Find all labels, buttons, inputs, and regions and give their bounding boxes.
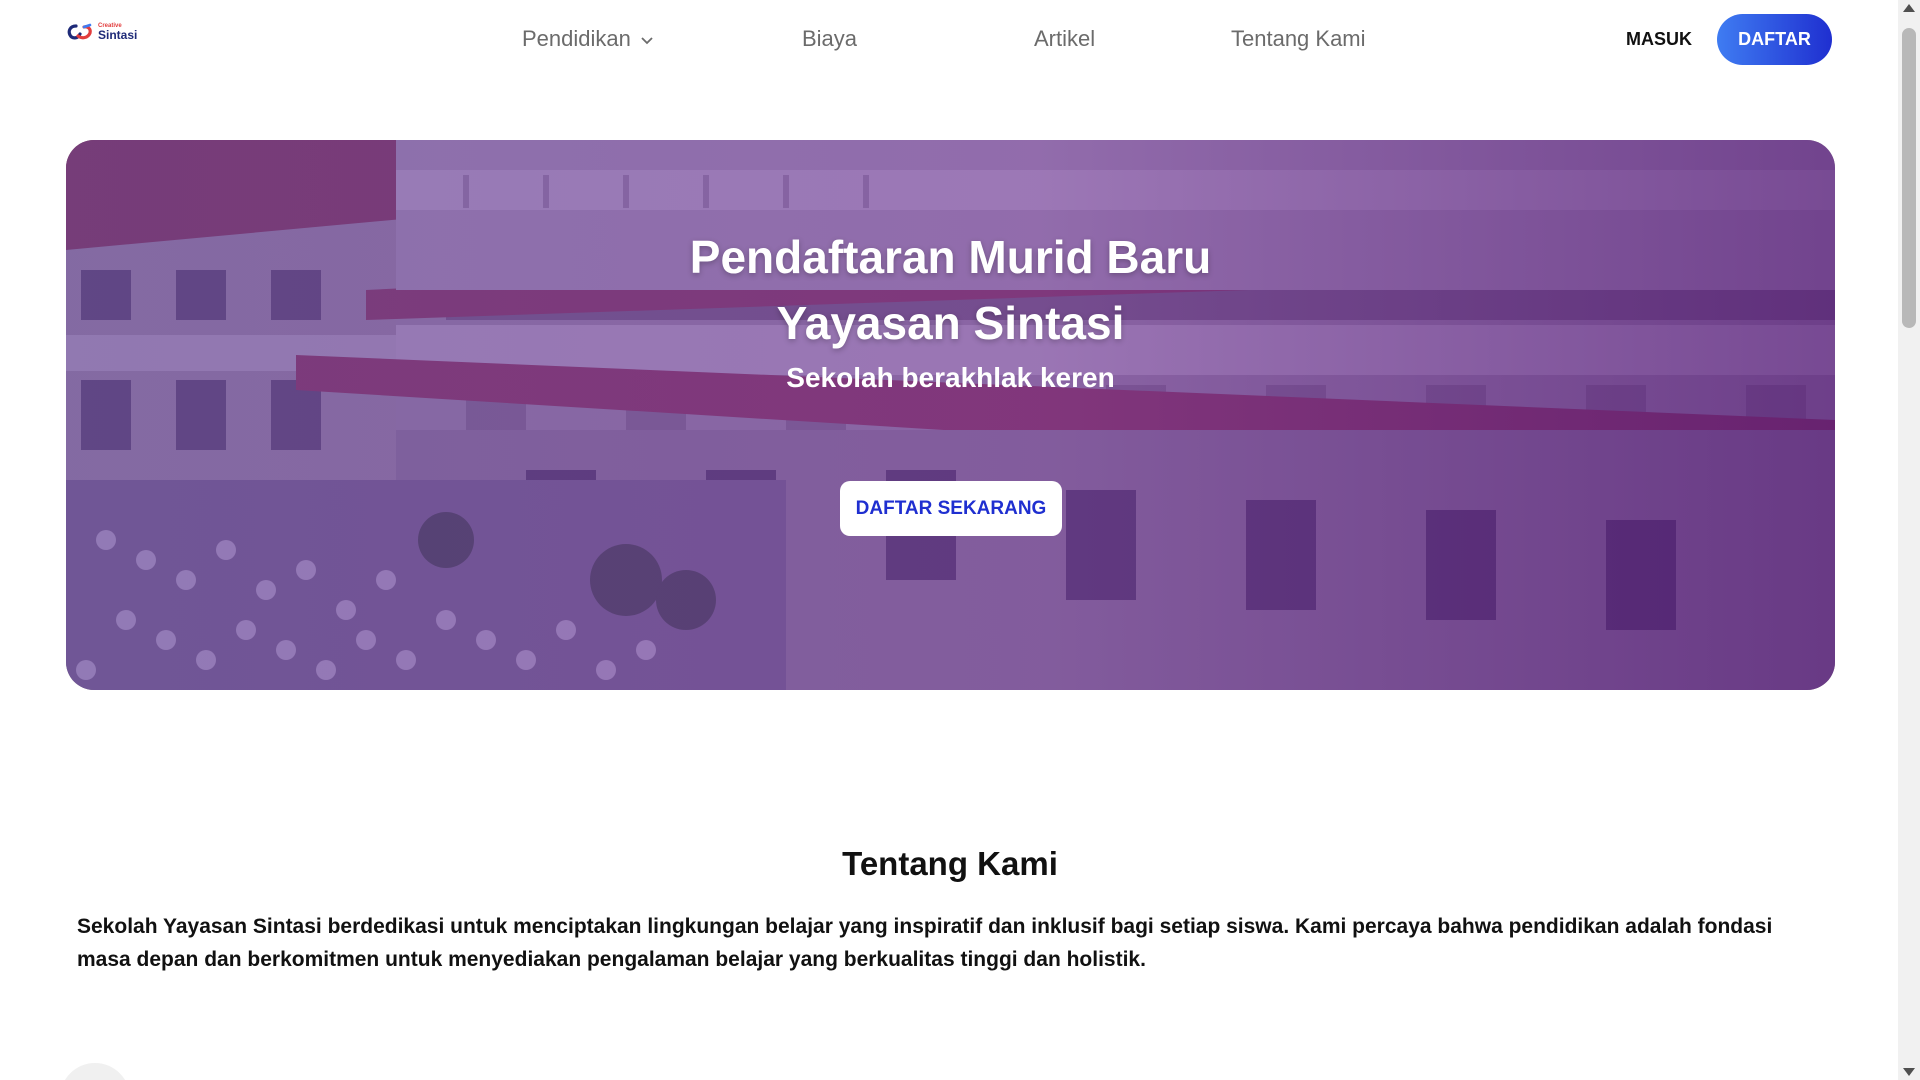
scrollbar-thumb[interactable]	[1902, 28, 1916, 328]
page-scrollbar[interactable]	[1898, 0, 1920, 1080]
chevron-down-icon	[641, 37, 653, 45]
hero-title-line1: Pendaftaran Murid Baru	[689, 231, 1212, 283]
site-logo[interactable]: Creative Sintasi	[66, 22, 137, 42]
register-now-button[interactable]: DAFTAR SEKARANG	[840, 481, 1062, 536]
nav-item-label: Pendidikan	[522, 26, 631, 51]
about-section-text: Sekolah Yayasan Sintasi berdedikasi untu…	[77, 915, 1773, 971]
site-header: Creative Sintasi Pendidikan Biaya Artike…	[0, 0, 1898, 80]
scroll-down-icon[interactable]	[1903, 1068, 1915, 1076]
register-button[interactable]: DAFTAR	[1717, 14, 1832, 65]
nav-item-tentang-kami[interactable]: Tentang Kami	[1231, 26, 1366, 52]
scroll-up-icon[interactable]	[1903, 4, 1915, 12]
sintasi-logo-icon	[67, 23, 92, 40]
nav-item-label: Biaya	[802, 26, 858, 51]
partial-card-avatar	[60, 1063, 130, 1080]
nav-item-label: Artikel	[1034, 26, 1096, 51]
about-section-title: Tentang Kami	[842, 845, 1058, 882]
nav-item-label: Tentang Kami	[1231, 26, 1366, 51]
hero-subtitle: Sekolah berakhlak keren	[786, 362, 1115, 393]
nav-item-artikel[interactable]: Artikel	[1034, 26, 1095, 52]
nav-item-biaya[interactable]: Biaya	[802, 26, 857, 52]
login-button[interactable]: MASUK	[1626, 29, 1692, 50]
hero-title: Pendaftaran Murid Baru Yayasan Sintasi	[66, 224, 1835, 356]
hero-content: Pendaftaran Murid Baru Yayasan Sintasi S…	[66, 140, 1835, 690]
logo-text: Creative Sintasi	[98, 23, 137, 41]
hero-banner: Pendaftaran Murid Baru Yayasan Sintasi S…	[66, 140, 1835, 690]
nav-item-pendidikan[interactable]: Pendidikan	[522, 26, 653, 52]
hero-title-line2: Yayasan Sintasi	[776, 297, 1125, 349]
logo-name: Sintasi	[98, 28, 138, 42]
